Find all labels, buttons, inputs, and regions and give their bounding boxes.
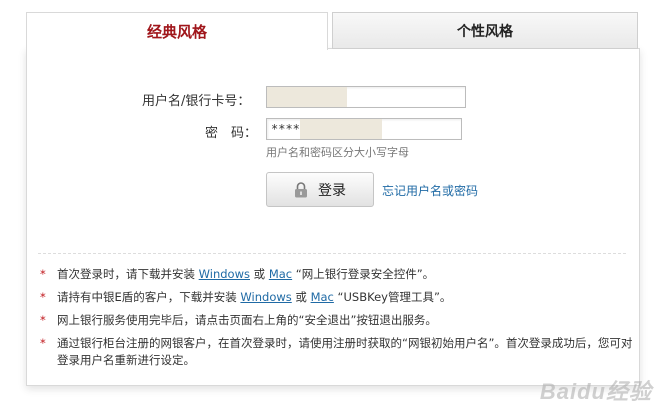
tab-personal-style[interactable]: 个性风格 — [332, 12, 638, 49]
mac-usbkey-link[interactable]: Mac — [311, 290, 334, 304]
list-item: * 网上银行服务使用完毕后，请点击页面右上角的“安全退出”按钮退出服务。 — [40, 312, 640, 329]
lock-icon — [294, 181, 308, 198]
list-item: * 通过银行柜台注册的网银客户，在首次登录时，请使用注册时获取的“网银初始用户名… — [40, 335, 640, 369]
note-text: 或 — [253, 267, 266, 281]
list-item: * 首次登录时，请下载并安装 Windows 或 Mac “网上银行登录安全控件… — [40, 266, 640, 283]
note-text: 请持有中银E盾的客户，下载并安装 — [57, 290, 237, 304]
note-text: “USBKey管理工具”。 — [337, 290, 452, 304]
password-value: **** — [271, 122, 300, 136]
note-text: “网上银行登录安全控件”。 — [295, 267, 435, 281]
windows-download-link[interactable]: Windows — [199, 267, 250, 281]
notice-list: * 首次登录时，请下载并安装 Windows 或 Mac “网上银行登录安全控件… — [40, 266, 640, 375]
note-text: 通过银行柜台注册的网银客户，在首次登录时，请使用注册时获取的“网银初始用户名”。… — [57, 336, 633, 367]
login-label: 登录 — [318, 182, 346, 199]
bullet-star: * — [40, 336, 46, 350]
forgot-credentials-link[interactable]: 忘记用户名或密码 — [382, 182, 478, 199]
login-button[interactable]: 登录 — [266, 172, 374, 207]
mac-download-link[interactable]: Mac — [269, 267, 292, 281]
username-label: 用户名/银行卡号： — [142, 94, 251, 109]
note-text: 首次登录时，请下载并安装 — [57, 267, 195, 281]
username-redaction — [267, 87, 347, 107]
bullet-star: * — [40, 313, 46, 327]
case-hint: 用户名和密码区分大小写字母 — [266, 146, 409, 159]
password-label: 密 码： — [205, 126, 258, 141]
password-redaction — [300, 119, 382, 139]
divider — [38, 253, 626, 254]
tab-classic-style[interactable]: 经典风格 — [26, 12, 328, 50]
list-item: * 请持有中银E盾的客户，下载并安装 Windows 或 Mac “USBKey… — [40, 289, 640, 306]
watermark: Baidu经验 — [539, 379, 652, 404]
bullet-star: * — [40, 267, 46, 281]
note-text: 或 — [295, 290, 307, 304]
bullet-star: * — [40, 290, 46, 304]
windows-usbkey-link[interactable]: Windows — [240, 290, 291, 304]
note-text: 网上银行服务使用完毕后，请点击页面右上角的“安全退出”按钮退出服务。 — [57, 313, 437, 327]
